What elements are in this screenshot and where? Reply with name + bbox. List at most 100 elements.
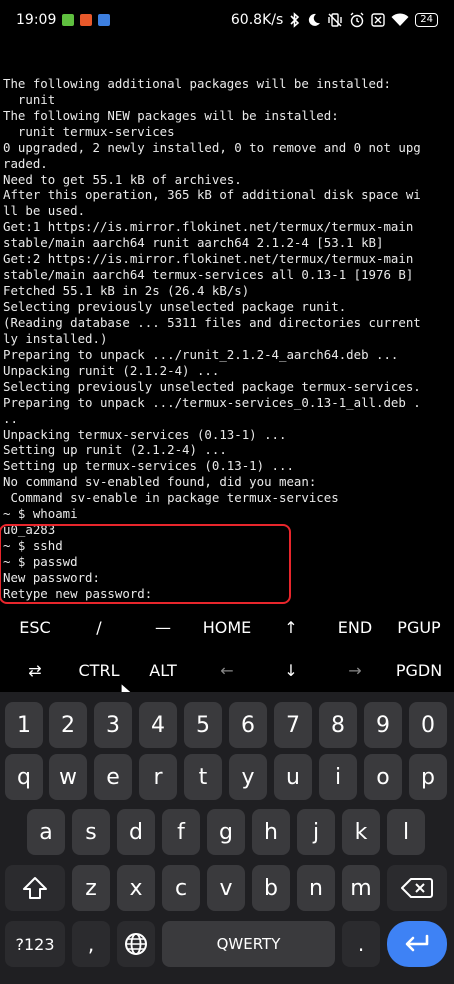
right-arrow-key[interactable]: → xyxy=(322,649,388,692)
terminal-output[interactable]: The following additional packages will b… xyxy=(3,44,453,604)
terminal-line: Selecting previously unselected package … xyxy=(3,378,421,394)
terminal-line: ly installed.) xyxy=(3,330,108,346)
terminal-line: Setting up termux-services (0.13-1) ... xyxy=(3,458,294,474)
key-7[interactable]: 7 xyxy=(274,702,312,748)
soft-keyboard: 1 2 3 4 5 6 7 8 9 0 q w e r t y u i o p … xyxy=(0,692,454,984)
key-n[interactable]: n xyxy=(297,865,335,911)
key-6[interactable]: 6 xyxy=(229,702,267,748)
terminal-line: ~ $ sshd xyxy=(3,538,63,554)
key-5[interactable]: 5 xyxy=(184,702,222,748)
network-speed: 60.8K/s xyxy=(230,12,284,28)
key-i[interactable]: i xyxy=(319,754,357,800)
extra-keys-row-1: ESC / — HOME ↑ END PGUP xyxy=(0,606,454,649)
terminal-line: Unpacking termux-services (0.13-1) ... xyxy=(3,426,287,442)
key-2[interactable]: 2 xyxy=(49,702,87,748)
key-4[interactable]: 4 xyxy=(139,702,177,748)
key-9[interactable]: 9 xyxy=(364,702,402,748)
period-key[interactable]: . xyxy=(342,921,380,967)
terminal-line: Need to get 55.1 kB of archives. xyxy=(3,171,242,187)
terminal-line: stable/main aarch64 termux-services all … xyxy=(3,267,414,283)
key-s[interactable]: s xyxy=(72,809,110,855)
battery-icon: 24 xyxy=(415,13,438,27)
up-arrow-key[interactable]: ↑ xyxy=(258,606,324,649)
clock: 19:09 xyxy=(16,12,57,28)
key-j[interactable]: j xyxy=(297,809,335,855)
key-v[interactable]: v xyxy=(207,865,245,911)
terminal-line: The following additional packages will b… xyxy=(3,75,391,91)
terminal-line: runit termux-services xyxy=(3,123,175,139)
left-arrow-key[interactable]: ← xyxy=(194,649,260,692)
key-t[interactable]: t xyxy=(184,754,222,800)
terminal-line: stable/main aarch64 runit aarch64 2.1.2-… xyxy=(3,235,384,251)
terminal-line: Unpacking runit (2.1.2-4) ... xyxy=(3,362,220,378)
sim-icon xyxy=(371,13,385,27)
key-q[interactable]: q xyxy=(5,754,43,800)
shift-key[interactable] xyxy=(5,865,65,911)
space-bar[interactable]: QWERTY xyxy=(162,921,335,967)
terminal-line: Get:2 https://is.mirror.flokinet.net/ter… xyxy=(3,251,414,267)
down-arrow-key[interactable]: ↓ xyxy=(258,649,324,692)
terminal-line: Preparing to unpack .../termux-services_… xyxy=(3,394,421,410)
terminal-line: The following NEW packages will be insta… xyxy=(3,107,339,123)
symbols-key[interactable]: ?123 xyxy=(5,921,65,967)
terminal-line: ~ $ whoami xyxy=(3,506,78,522)
key-l[interactable]: l xyxy=(387,809,425,855)
backspace-icon xyxy=(401,878,433,898)
key-0[interactable]: 0 xyxy=(409,702,447,748)
backspace-key[interactable] xyxy=(387,865,447,911)
key-c[interactable]: c xyxy=(162,865,200,911)
bluetooth-icon xyxy=(290,12,300,28)
key-1[interactable]: 1 xyxy=(5,702,43,748)
extra-keys-bar: ESC / — HOME ↑ END PGUP ⇄ CTRL ALT ← ↓ →… xyxy=(0,606,454,692)
tab-key[interactable]: ⇄ xyxy=(2,649,68,692)
extra-keys-row-2: ⇄ CTRL ALT ← ↓ → PGDN xyxy=(0,649,454,692)
key-h[interactable]: h xyxy=(252,809,290,855)
terminal-line: Get:1 https://is.mirror.flokinet.net/ter… xyxy=(3,219,414,235)
key-f[interactable]: f xyxy=(162,809,200,855)
enter-icon xyxy=(405,934,429,952)
key-p[interactable]: p xyxy=(409,754,447,800)
terminal-line: runit xyxy=(3,91,56,107)
key-e[interactable]: e xyxy=(94,754,132,800)
slash-key[interactable]: / xyxy=(66,606,132,649)
key-a[interactable]: a xyxy=(27,809,65,855)
key-x[interactable]: x xyxy=(117,865,155,911)
key-d[interactable]: d xyxy=(117,809,155,855)
terminal-line: ~ $ passwd xyxy=(3,554,78,570)
key-8[interactable]: 8 xyxy=(319,702,357,748)
terminal-line: Fetched 55.1 kB in 2s (26.4 kB/s) xyxy=(3,283,250,299)
vibrate-icon xyxy=(328,13,342,27)
comma-key[interactable]: , xyxy=(72,921,110,967)
key-z[interactable]: z xyxy=(72,865,110,911)
end-key[interactable]: END xyxy=(322,606,388,649)
key-o[interactable]: o xyxy=(364,754,402,800)
terminal-line: Selecting previously unselected package … xyxy=(3,299,347,315)
terminal-line: ll be used. xyxy=(3,203,86,219)
terminal-lines: The following additional packages will b… xyxy=(3,76,453,604)
dash-key[interactable]: — xyxy=(130,606,196,649)
key-y[interactable]: y xyxy=(229,754,267,800)
esc-key[interactable]: ESC xyxy=(0,606,70,649)
terminal-line: Preparing to unpack .../runit_2.1.2-4_aa… xyxy=(3,346,399,362)
terminal-line: Retype new password: xyxy=(3,585,153,601)
key-k[interactable]: k xyxy=(342,809,380,855)
pgup-key[interactable]: PGUP xyxy=(386,606,452,649)
terminal-line: Command sv-enable in package termux-serv… xyxy=(3,490,339,506)
key-m[interactable]: m xyxy=(342,865,380,911)
key-g[interactable]: g xyxy=(207,809,245,855)
key-u[interactable]: u xyxy=(274,754,312,800)
terminal-line: 0 upgraded, 2 newly installed, 0 to remo… xyxy=(3,139,421,155)
terminal-line: No command sv-enabled found, did you mea… xyxy=(3,474,317,490)
key-r[interactable]: r xyxy=(139,754,177,800)
app-icon-orange xyxy=(80,14,93,26)
key-w[interactable]: w xyxy=(49,754,87,800)
language-key[interactable] xyxy=(117,921,155,967)
terminal-line: raded. xyxy=(3,155,48,171)
pgdn-key[interactable]: PGDN xyxy=(386,649,452,692)
enter-key[interactable] xyxy=(387,921,447,967)
key-b[interactable]: b xyxy=(252,865,290,911)
globe-icon xyxy=(125,933,147,955)
key-3[interactable]: 3 xyxy=(94,702,132,748)
terminal-line: .. xyxy=(3,410,18,426)
home-key[interactable]: HOME xyxy=(194,606,260,649)
